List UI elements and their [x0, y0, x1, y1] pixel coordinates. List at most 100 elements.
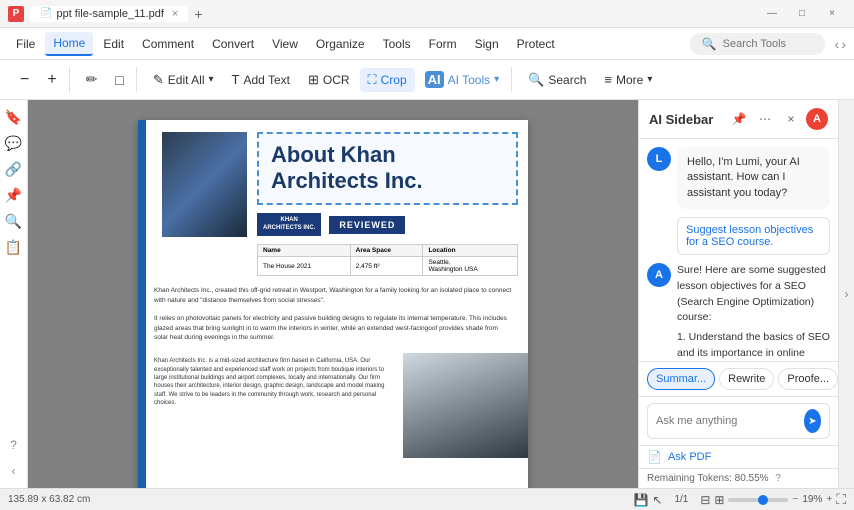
ai-input-area: ➤	[639, 396, 838, 445]
highlight-icon: ✏	[86, 71, 98, 88]
ai-more-icon[interactable]: ⋯	[754, 108, 776, 130]
maximize-btn[interactable]: □	[788, 3, 816, 25]
pdf-bottom-section: Khan Architects Inc. is a mid-sized arch…	[138, 353, 528, 458]
minimize-btn[interactable]: —	[758, 3, 786, 25]
help-icon[interactable]: ?	[775, 473, 781, 484]
title-bar: P 📄 ppt file-sample_11.pdf × + — □ ×	[0, 0, 854, 28]
menu-bar: File Home Edit Comment Convert View Orga…	[0, 28, 854, 60]
pdf-body-text2: It relies on photovoltaic panels for ele…	[138, 310, 528, 347]
search-tools-input[interactable]	[723, 38, 813, 50]
nav-forward-btn[interactable]: ›	[841, 36, 846, 52]
search-tools-box[interactable]: 🔍	[690, 33, 825, 55]
menu-view[interactable]: View	[264, 33, 306, 55]
edit-all-chevron: ▾	[208, 74, 213, 85]
tokens-remaining: Remaining Tokens: 80.55% ?	[639, 468, 838, 488]
rectangle-btn[interactable]: □	[107, 68, 131, 92]
ai-active-badge: A	[806, 108, 828, 130]
add-text-btn[interactable]: T Add Text	[224, 68, 298, 91]
edit-group: ✎ Edit All ▾ T Add Text ⊞ OCR ⛶ Crop AI …	[141, 67, 512, 92]
ai-suggest-btn[interactable]: Suggest lesson objectives for a SEO cour…	[677, 217, 830, 255]
add-text-icon: T	[232, 72, 240, 87]
add-tab-btn[interactable]: +	[194, 6, 202, 22]
pdf-building-image-right	[403, 353, 528, 458]
pdf-title-box: About Khan Architects Inc.	[257, 132, 518, 205]
fullscreen-btn[interactable]: ⛶	[836, 491, 846, 508]
dimensions-label: 135.89 x 63.82 cm	[8, 494, 90, 505]
zoom-group: − +	[8, 67, 70, 93]
right-panel-toggle[interactable]: ›	[838, 100, 854, 488]
status-right: 💾 ↖ 1/1 ⊟ ⊞ − 19% + ⛶	[633, 491, 846, 508]
page-info: 1/1	[666, 494, 696, 505]
ask-pdf-label[interactable]: Ask PDF	[668, 451, 711, 463]
crop-btn[interactable]: ⛶ Crop	[360, 68, 415, 92]
menu-tools[interactable]: Tools	[375, 33, 419, 55]
highlight-btn[interactable]: ✏	[78, 67, 106, 92]
tab-close-icon[interactable]: ×	[172, 8, 178, 20]
sidebar-icon-search[interactable]: 🔍	[3, 210, 25, 232]
zoom-slider[interactable]	[728, 498, 788, 502]
sidebar-icon-help[interactable]: ?	[3, 434, 25, 456]
sidebar-icon-link[interactable]: 🔗	[3, 158, 25, 180]
menu-edit[interactable]: Edit	[95, 33, 132, 55]
active-tab[interactable]: 📄 ppt file-sample_11.pdf ×	[30, 6, 188, 22]
menu-protect[interactable]: Protect	[509, 33, 563, 55]
zoom-in-btn[interactable]: +	[39, 67, 64, 93]
pdf-body-text3: Khan Architects Inc. is a mid-sized arch…	[138, 353, 403, 458]
search-icon: 🔍	[702, 37, 717, 51]
ai-input-field[interactable]	[656, 415, 798, 427]
pdf-info-table: Name Area Space Location The House 2021 …	[257, 244, 518, 276]
menu-comment[interactable]: Comment	[134, 33, 202, 55]
pdf-title: About Khan Architects Inc.	[271, 142, 504, 195]
ai-greeting-row: L Hello, I'm Lumi, your AI assistant. Ho…	[647, 147, 830, 209]
fit-icon[interactable]: ⊞	[714, 493, 724, 507]
menu-file[interactable]: File	[8, 33, 43, 55]
ai-tools-btn[interactable]: AI AI Tools ▾	[417, 67, 508, 92]
ai-chat-content: L Hello, I'm Lumi, your AI assistant. Ho…	[639, 139, 838, 361]
sidebar-icon-layers[interactable]: 📋	[3, 236, 25, 258]
proofread-btn[interactable]: Proofe...	[778, 368, 838, 390]
nav-back-btn[interactable]: ‹	[835, 36, 840, 52]
zoom-in-status-btn[interactable]: +	[826, 494, 832, 505]
ask-pdf-row[interactable]: 📄 Ask PDF	[639, 445, 838, 468]
more-btn[interactable]: ≡ More ▾	[596, 68, 660, 91]
sidebar-icon-comment[interactable]: 💬	[3, 132, 25, 154]
ai-sidebar: AI Sidebar 📌 ⋯ × A L Hello, I'm Lumi, yo…	[638, 100, 838, 488]
zoom-level: 19%	[802, 494, 822, 505]
summarize-btn[interactable]: Summar...	[647, 368, 715, 390]
ai-response-avatar: A	[647, 263, 671, 287]
ocr-btn[interactable]: ⊞ OCR	[300, 68, 358, 92]
page-layout-icon[interactable]: ⊟	[700, 493, 710, 507]
status-bar: 135.89 x 63.82 cm 💾 ↖ 1/1 ⊟ ⊞ − 19% + ⛶	[0, 488, 854, 510]
crop-icon: ⛶	[368, 72, 377, 88]
menu-home[interactable]: Home	[45, 32, 93, 56]
window-controls: — □ ×	[758, 3, 846, 25]
pdf-logos: KHANARCHITECTS INC. REVIEWED	[257, 213, 518, 237]
ocr-icon: ⊞	[308, 72, 319, 88]
ai-pin-icon[interactable]: 📌	[728, 108, 750, 130]
pdf-body-text1: Khan Architects Inc., created this off-g…	[138, 282, 528, 310]
zoom-out-status-btn[interactable]: −	[792, 494, 798, 505]
more-icon: ≡	[604, 72, 612, 87]
pdf-blue-bar	[138, 120, 146, 488]
search-btn[interactable]: 🔍 Search	[520, 68, 594, 92]
menu-form[interactable]: Form	[421, 33, 465, 55]
zoom-thumb	[758, 495, 768, 505]
ai-tools-bar: Summar... Rewrite Proofe... ⋮	[639, 361, 838, 396]
menu-sign[interactable]: Sign	[467, 33, 507, 55]
edit-icon: ✎	[153, 72, 164, 88]
menu-convert[interactable]: Convert	[204, 33, 262, 55]
pdf-viewer[interactable]: About Khan Architects Inc. KHANARCHITECT…	[28, 100, 638, 488]
close-btn[interactable]: ×	[818, 3, 846, 25]
sidebar-icon-collapse[interactable]: ‹	[3, 460, 25, 482]
ai-sidebar-header: AI Sidebar 📌 ⋯ × A	[639, 100, 838, 139]
sidebar-icon-stamp[interactable]: 📌	[3, 184, 25, 206]
ai-close-icon[interactable]: ×	[780, 108, 802, 130]
rewrite-btn[interactable]: Rewrite	[719, 368, 774, 390]
pdf-header: About Khan Architects Inc. KHANARCHITECT…	[138, 120, 528, 282]
sidebar-icon-bookmark[interactable]: 🔖	[3, 106, 25, 128]
ai-send-btn[interactable]: ➤	[804, 409, 821, 433]
menu-organize[interactable]: Organize	[308, 33, 373, 55]
edit-all-btn[interactable]: ✎ Edit All ▾	[145, 68, 222, 92]
zoom-out-btn[interactable]: −	[12, 67, 37, 93]
ai-input-box[interactable]: ➤	[647, 403, 830, 439]
